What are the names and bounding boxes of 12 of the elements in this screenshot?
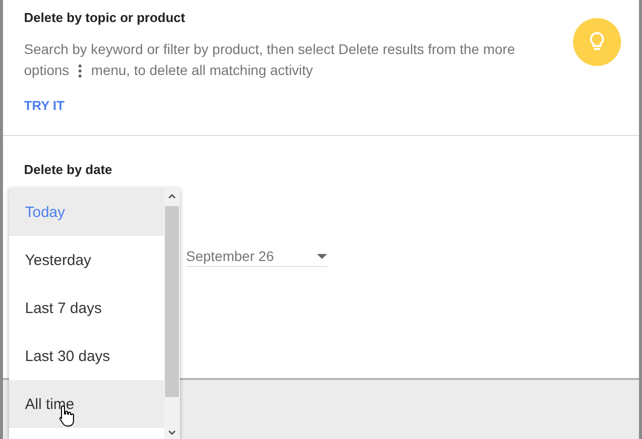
try-it-link[interactable]: TRY IT bbox=[24, 98, 64, 113]
description-text: Search by keyword or filter by product, then select Delete results from the more bbox=[24, 40, 515, 59]
lightbulb-icon bbox=[573, 18, 621, 66]
more-options-icon bbox=[77, 64, 84, 78]
menu-item[interactable]: All time bbox=[9, 380, 164, 428]
section-title: Delete by date bbox=[24, 162, 114, 177]
description-text: options bbox=[24, 61, 70, 80]
scrollbar[interactable] bbox=[164, 188, 180, 439]
section-title: Delete by topic or product bbox=[24, 10, 186, 25]
description-text: menu, to delete all matching activity bbox=[91, 61, 313, 80]
date-dropdown[interactable]: September 26 bbox=[186, 246, 327, 267]
dropdown-arrow-icon bbox=[317, 254, 327, 258]
